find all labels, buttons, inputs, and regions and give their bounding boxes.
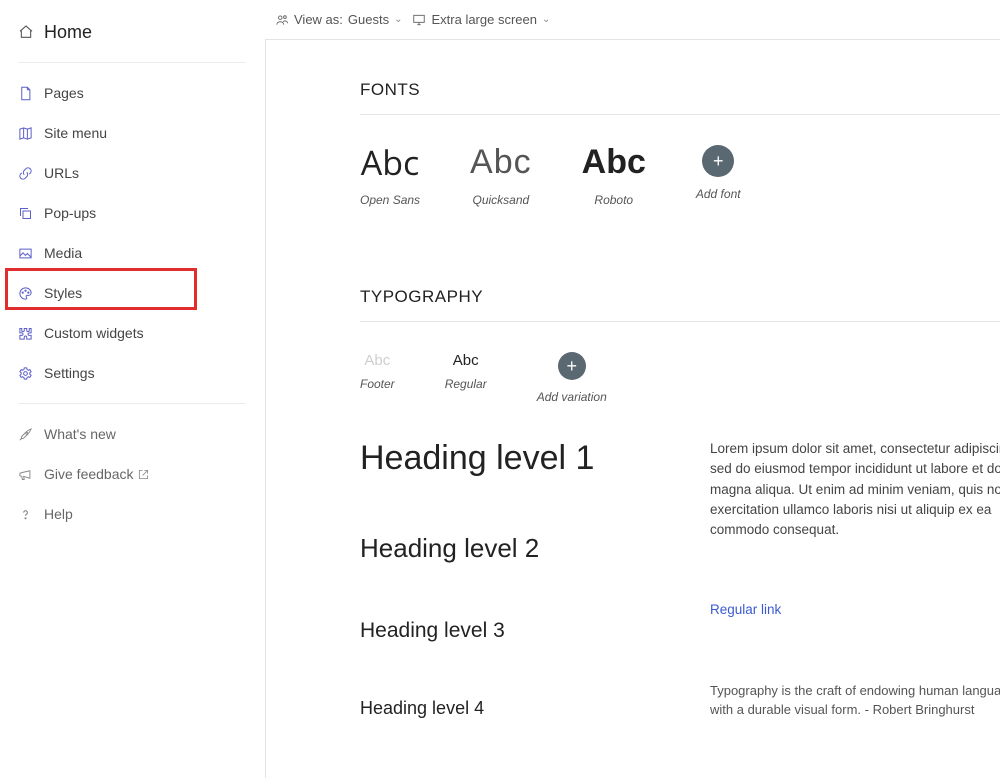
sidebar: Home Pages Site menu URLs Pop-ups [0,0,265,778]
copy-icon [18,206,40,221]
megaphone-icon [18,467,40,482]
font-sample: Abc [360,145,420,179]
typo-sample: Abc [445,352,487,369]
divider [360,321,1000,322]
sidebar-item-sitemenu[interactable]: Site menu [0,113,265,153]
sidebar-help[interactable]: Help [0,494,265,534]
sidebar-home[interactable]: Home [0,12,265,52]
sidebar-item-settings[interactable]: Settings [0,353,265,393]
add-variation-label: Add variation [537,390,607,404]
topbar: View as: Guests ⌄ Extra large screen ⌄ [265,0,1000,40]
plus-icon [558,352,586,380]
add-font-button[interactable]: Add font [696,145,741,201]
font-sample: Abc [470,145,532,179]
font-sample: Abc [582,145,646,179]
sidebar-item-label: Pop-ups [44,205,96,221]
sidebar-item-urls[interactable]: URLs [0,153,265,193]
monitor-icon [412,13,426,27]
sidebar-item-label: What's new [44,426,116,442]
typography-variation-row: Abc Footer Abc Regular Add variation [360,352,1000,404]
typo-name: Regular [445,377,487,391]
view-as-dropdown[interactable]: View as: Guests ⌄ [275,12,402,27]
puzzle-icon [18,326,40,341]
sidebar-item-label: Styles [44,285,82,301]
link-preview[interactable]: Regular link [710,600,1000,620]
external-link-icon [138,469,149,480]
heading-3-preview: Heading level 3 [360,619,650,643]
font-name: Quicksand [470,193,532,207]
sidebar-home-label: Home [44,22,92,43]
link-icon [18,166,40,181]
sidebar-feedback[interactable]: Give feedback [0,454,265,494]
heading-1-preview: Heading level 1 [360,439,650,478]
main-panel: FONTS Abc Open Sans Abc Quicksand Abc Ro… [265,40,1000,778]
home-icon [18,24,40,40]
add-variation-button[interactable]: Add variation [537,352,607,404]
image-icon [18,246,40,261]
sidebar-item-label: Settings [44,365,95,381]
sidebar-item-label: Help [44,506,73,522]
font-card-roboto[interactable]: Abc Roboto [582,145,646,207]
font-name: Roboto [582,193,646,207]
palette-icon [18,286,40,301]
font-name: Open Sans [360,193,420,207]
sidebar-item-styles[interactable]: Styles [0,273,265,313]
typo-variation-footer[interactable]: Abc Footer [360,352,395,391]
sidebar-item-label: URLs [44,165,79,181]
help-icon [18,507,40,522]
sidebar-item-media[interactable]: Media [0,233,265,273]
rocket-icon [18,427,40,442]
screen-size-dropdown[interactable]: Extra large screen ⌄ [412,12,550,27]
divider [360,114,1000,115]
view-as-label: View as: [294,12,343,27]
sidebar-item-label: Site menu [44,125,107,141]
add-font-label: Add font [696,187,741,201]
divider [18,62,246,63]
sidebar-item-popups[interactable]: Pop-ups [0,193,265,233]
chevron-down-icon: ⌄ [394,14,402,25]
sidebar-item-label: Pages [44,85,84,101]
heading-4-preview: Heading level 4 [360,698,650,719]
sidebar-item-label: Give feedback [44,466,134,482]
sidebar-item-widgets[interactable]: Custom widgets [0,313,265,353]
user-icon [275,13,289,27]
map-icon [18,126,40,141]
fonts-section-title: FONTS [360,80,1000,100]
page-icon [18,86,40,101]
heading-2-preview: Heading level 2 [360,533,650,564]
gear-icon [18,366,40,381]
typo-sample: Abc [360,352,395,369]
quote-preview: Typography is the craft of endowing huma… [710,681,1000,720]
chevron-down-icon: ⌄ [542,14,550,25]
typo-variation-regular[interactable]: Abc Regular [445,352,487,391]
body-text-preview: Lorem ipsum dolor sit amet, consectetur … [710,439,1000,540]
plus-icon [702,145,734,177]
font-card-quicksand[interactable]: Abc Quicksand [470,145,532,207]
sidebar-item-label: Custom widgets [44,325,144,341]
screen-size-label: Extra large screen [431,12,537,27]
sidebar-item-label: Media [44,245,82,261]
fonts-row: Abc Open Sans Abc Quicksand Abc Roboto A… [360,145,1000,207]
typo-name: Footer [360,377,395,391]
sidebar-whatsnew[interactable]: What's new [0,414,265,454]
view-as-value: Guests [348,12,389,27]
divider [18,403,246,404]
typography-section-title: TYPOGRAPHY [360,287,1000,307]
font-card-opensans[interactable]: Abc Open Sans [360,145,420,207]
typography-preview: Heading level 1 Heading level 2 Heading … [360,439,1000,720]
sidebar-item-pages[interactable]: Pages [0,73,265,113]
